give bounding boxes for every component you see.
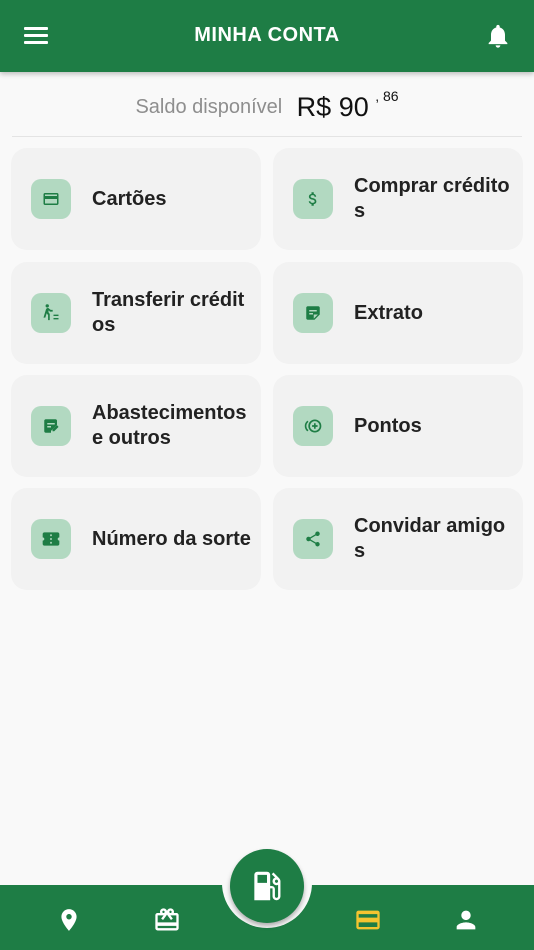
menu-card-abastecimentos[interactable]: Abastecimentos e outros [11, 375, 261, 477]
fuel-fab-button[interactable] [230, 849, 304, 923]
share-icon [293, 519, 333, 559]
menu-card-label: Transferir créditos [92, 289, 245, 336]
menu-card-label: Extrato [354, 301, 423, 324]
menu-card-convidar-amigos[interactable]: Convidar amigos [273, 488, 523, 590]
ticket-icon [31, 519, 71, 559]
credit-card-icon [31, 179, 71, 219]
balance-amount: R$ 90 [296, 92, 369, 122]
gift-card-icon [155, 908, 179, 931]
menu-card-pontos[interactable]: Pontos [273, 375, 523, 477]
menu-card-label: Convidar amigos [354, 515, 506, 562]
nav-profile[interactable] [451, 905, 481, 935]
divider [12, 136, 522, 137]
top-app-bar: MINHA CONTA [0, 0, 534, 72]
dollar-icon [293, 179, 333, 219]
fuel-pump-icon [254, 871, 281, 901]
transfer-icon [31, 293, 71, 333]
menu-card-transferir-creditos[interactable]: Transferir créditos [11, 262, 261, 364]
menu-card-label: Cartões [92, 187, 167, 210]
menu-card-comprar-creditos[interactable]: Comprar créditos [273, 148, 523, 250]
person-icon [456, 910, 476, 930]
coins-add-icon [293, 406, 333, 446]
balance-summary: Saldo disponível R$ 90 , 86 [0, 88, 534, 132]
nav-gift[interactable] [152, 905, 182, 935]
page-title: MINHA CONTA [194, 24, 340, 46]
menu-card-cartoes[interactable]: Cartões [11, 148, 261, 250]
menu-card-label: Abastecimentos e outros [92, 402, 247, 449]
nav-wallet[interactable] [353, 905, 383, 935]
wallet-icon [356, 910, 380, 930]
map-pin-icon [61, 909, 77, 931]
menu-card-label: Comprar créditos [354, 175, 510, 222]
statement-icon [293, 293, 333, 333]
bell-icon[interactable] [484, 22, 512, 50]
menu-card-extrato[interactable]: Extrato [273, 262, 523, 364]
menu-card-numero-da-sorte[interactable]: Número da sorte [11, 488, 261, 590]
menu-card-label: Pontos [354, 414, 422, 437]
menu-card-label: Número da sorte [92, 527, 251, 550]
nav-location[interactable] [54, 905, 84, 935]
balance-label: Saldo disponível [135, 96, 283, 118]
balance-cents: , 86 [375, 88, 399, 104]
note-edit-icon [31, 406, 71, 446]
